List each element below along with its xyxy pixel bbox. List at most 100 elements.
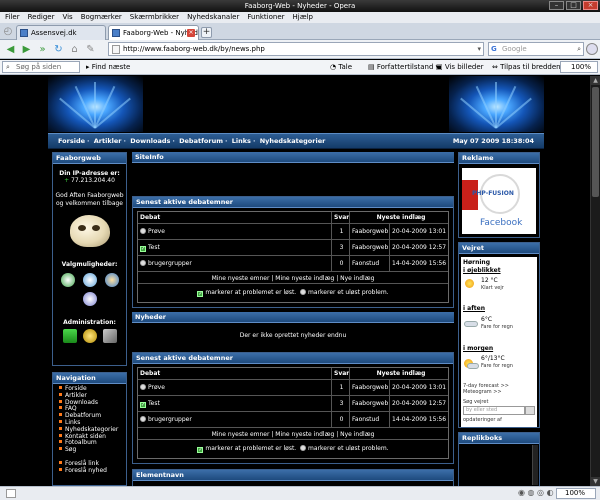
search-field[interactable]: G Google ⌕ [488,42,584,56]
meteogram-link[interactable]: Meteogram >> [463,389,502,395]
maximize-button[interactable]: □ [566,1,581,10]
replies-cell: 1 [332,380,350,395]
scroll-thumb[interactable] [592,87,599,197]
topic-link[interactable]: Prøve [148,228,165,235]
status-zoom[interactable]: 100% [556,488,596,499]
find-next-button[interactable]: ▸ Find næste [86,62,130,72]
author-mode-button[interactable]: ▤ Forfattertilstand ▾ [368,62,439,72]
options-members-icon[interactable] [105,273,119,287]
options-messages-icon[interactable] [83,273,97,287]
nav-item-suggest-news[interactable]: Foreslå nyhed [59,467,107,475]
nav-link-categories[interactable]: Nyhedskategorier [260,137,326,145]
user-cell[interactable]: Faonstud [350,256,390,271]
close-window-button[interactable]: × [583,1,598,10]
user-cell[interactable]: Faaborgweb [350,396,390,411]
skull-avatar [70,215,110,247]
topic-link[interactable]: Test [148,400,160,407]
speak-button[interactable]: ◔ Tale [330,62,352,72]
page-scrollbar[interactable]: ▲ ▼ [590,76,600,486]
table-row[interactable]: brugergrupper 0 Faonstud 14-04-2009 15:5… [138,256,448,272]
new-tab-button[interactable]: + [201,27,212,38]
shoutbox-scrollbar[interactable] [532,445,538,485]
home-icon[interactable]: ⌂ [68,43,81,56]
tab-assensvej[interactable]: Assensvej.dk [16,25,106,40]
options-logout-icon[interactable] [83,292,97,306]
user-cell[interactable]: Faaborgweb [350,380,390,395]
menu-file[interactable]: Filer [5,12,20,23]
nav-link-articles[interactable]: Artikler [94,137,122,145]
zoom-select[interactable]: 100% [560,61,598,73]
menu-bookmarks[interactable]: Bogmærker [81,12,122,23]
panel-toggle-icon[interactable] [6,489,16,498]
nav-link-forum[interactable]: Debatforum [179,137,223,145]
nav-link-home[interactable]: Forside [58,137,85,145]
find-in-page-input[interactable]: ⌕ Søg på siden [2,61,80,73]
reload-icon[interactable]: ↻ [52,43,65,56]
menu-widgets[interactable]: Skærmbrikker [130,12,179,23]
topic-link[interactable]: Prøve [148,384,165,391]
admin-download-icon[interactable] [63,329,77,343]
opera-link-icon[interactable] [586,43,598,55]
minimize-button[interactable]: – [549,1,564,10]
fast-forward-icon[interactable]: » [36,43,49,56]
forum-links[interactable]: Mine nyeste emner | Mine nyeste indlæg |… [138,429,448,440]
topic-cell: ✓ Test [138,240,332,255]
table-row[interactable]: Prøve 1 Faaborgweb 20-04-2009 13:01 [138,224,448,240]
ip-value: 77.213.204.40 [71,177,115,184]
weather-now-label: i øjeblikket [463,267,501,274]
tab-history-icon[interactable]: ◴ [2,25,14,38]
sun-icon [465,279,474,288]
close-tab-icon[interactable]: × [187,29,195,37]
status-icons[interactable]: ◉ ◍ ◎ ◐ [518,488,554,497]
nav-link-downloads[interactable]: Downloads [130,137,170,145]
forum-links[interactable]: Mine nyeste emner | Mine nyeste indlæg |… [138,273,448,284]
admin-panel-icon[interactable] [83,329,97,343]
nav-item-search[interactable]: Søg [59,446,118,454]
topic-link[interactable]: brugergrupper [148,416,192,423]
user-cell[interactable]: Faonstud [350,412,390,427]
weather-search-input[interactable]: by eller sted [463,406,525,415]
topic-link[interactable]: brugergrupper [148,260,192,267]
table-row[interactable]: brugergrupper 0 Faonstud 14-04-2009 15:5… [138,412,448,428]
nav-link-links[interactable]: Links [232,137,251,145]
menu-edit[interactable]: Rediger [28,12,55,23]
search-placeholder: Google [502,45,527,53]
forum-table: Debat Svar Nyeste indlæg Prøve 1 Faaborg… [137,211,449,303]
tab-faaborg-web[interactable]: Faaborg-Web - Nyheder × [108,25,199,40]
skull-eye-icon [78,225,86,231]
scroll-up-icon[interactable]: ▲ [591,76,600,85]
scroll-down-icon[interactable]: ▼ [591,477,600,486]
col-latest-header: Nyeste indlæg [376,214,426,221]
forward-icon[interactable]: ▶ [20,43,33,56]
bulb-icon [140,384,146,390]
menu-tools[interactable]: Funktioner [247,12,284,23]
back-icon[interactable]: ◀ [4,43,17,56]
user-cell[interactable]: Faaborgweb [350,240,390,255]
weather-now-desc: Klart vejr [481,285,504,291]
menu-help[interactable]: Hjælp [293,12,313,23]
ad-banner[interactable]: PHP-FUSION Facebook [462,168,536,234]
wand-icon[interactable]: ✎ [84,43,97,56]
user-cell[interactable]: Faaborgweb [350,224,390,239]
menu-view[interactable]: Vis [62,12,72,23]
table-row[interactable]: ✓ Test 3 Faaborgweb 20-04-2009 12:57 [138,396,448,412]
menu-feeds[interactable]: Nyhedskanaler [187,12,239,23]
options-profile-icon[interactable] [61,273,75,287]
show-images-button[interactable]: ▣ Vis billeder [436,62,484,72]
search-icon[interactable]: ⌕ [577,43,581,55]
ip-address: + 77.213.204.40 [64,177,115,184]
weather-search-button[interactable] [525,406,535,415]
topic-cell: brugergrupper [138,256,332,271]
window-title: Faaborg-Web - Nyheder - Opera [244,2,356,10]
address-dropdown-icon[interactable]: ▾ [477,43,481,55]
user-panel-title: Faaborgweb [53,153,126,164]
table-row[interactable]: Prøve 1 Faaborgweb 20-04-2009 13:01 [138,380,448,396]
admin-tools-icon[interactable] [103,329,117,343]
fit-width-button[interactable]: ⇔ Tilpas til bredden [492,62,561,72]
suggest-list: Foreslå link Foreslå nyhed [59,460,107,475]
replies-cell: 3 [332,396,350,411]
table-row[interactable]: ✓ Test 3 Faaborgweb 20-04-2009 12:57 [138,240,448,256]
topic-link[interactable]: Test [148,244,160,251]
weather-panel: Vejret Hørning i øjeblikket 12 °C Klart … [458,242,540,428]
address-field[interactable]: http://www.faaborg-web.dk/by/news.php ▾ [108,42,484,56]
